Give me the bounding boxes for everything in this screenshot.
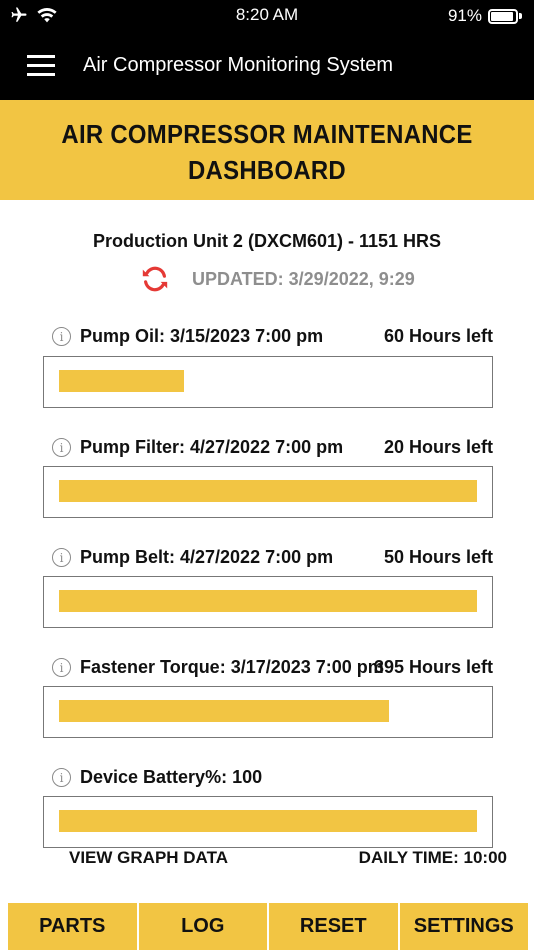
bottom-nav: PARTS LOG RESET SETTINGS — [8, 903, 528, 950]
progress-fill — [59, 590, 477, 612]
daily-time: DAILY TIME: 10:00 — [358, 848, 507, 867]
hamburger-menu-icon[interactable] — [27, 55, 55, 77]
progress-bar — [43, 576, 493, 628]
hours-left: 20 Hours left — [383, 437, 493, 457]
dashboard-banner: AIR COMPRESSOR MAINTENANCE DASHBOARD — [0, 100, 534, 200]
maintenance-item-label: Pump Belt: 4/27/2022 7:00 pm — [80, 547, 334, 567]
battery-cap — [519, 13, 522, 19]
progress-bar — [43, 796, 493, 848]
progress-fill — [59, 700, 389, 722]
app-bar: Air Compressor Monitoring System — [0, 32, 534, 100]
info-icon[interactable]: i — [52, 658, 71, 677]
progress-bar — [43, 686, 493, 738]
maintenance-item-label: Device Battery%: 100 — [80, 767, 263, 787]
hours-left: 50 Hours left — [383, 547, 493, 567]
battery-icon — [488, 8, 518, 24]
battery-percent: 91% — [447, 6, 482, 25]
hours-left: 395 Hours left — [373, 657, 493, 677]
settings-button[interactable]: SETTINGS — [399, 903, 528, 950]
progress-fill — [59, 480, 477, 502]
hours-left: 60 Hours left — [383, 326, 493, 346]
progress-bar — [43, 356, 493, 408]
maintenance-item-label-row: i Pump Oil: 3/15/2023 7:00 pm — [52, 326, 323, 347]
app-title: Air Compressor Monitoring System — [83, 54, 394, 76]
log-button[interactable]: LOG — [138, 903, 267, 950]
updated-row: UPDATED: 3/29/2022, 9:29 — [140, 264, 415, 294]
progress-bar — [43, 466, 493, 518]
refresh-icon[interactable] — [140, 264, 170, 294]
maintenance-item-label-row: i Pump Belt: 4/27/2022 7:00 pm — [52, 547, 333, 568]
status-icons-right: 91% — [448, 6, 522, 26]
maintenance-item-label-row: i Pump Filter: 4/27/2022 7:00 pm — [52, 437, 343, 458]
parts-button[interactable]: PARTS — [8, 903, 137, 950]
unit-name: Production Unit 2 (DXCM601) - 1151 HRS — [92, 231, 442, 251]
maintenance-item-label: Pump Filter: 4/27/2022 7:00 pm — [80, 437, 344, 457]
maintenance-item-label: Pump Oil: 3/15/2023 7:00 pm — [80, 326, 324, 346]
progress-fill — [59, 370, 184, 392]
info-icon[interactable]: i — [52, 768, 71, 787]
dashboard-title: AIR COMPRESSOR MAINTENANCE DASHBOARD — [61, 119, 473, 185]
view-graph-data-link[interactable]: VIEW GRAPH DATA — [69, 848, 228, 868]
maintenance-item-label-row: i Fastener Torque: 3/17/2023 7:00 pm — [52, 657, 384, 678]
updated-timestamp: UPDATED: 3/29/2022, 9:29 — [192, 268, 415, 289]
battery-level — [491, 11, 513, 21]
reset-button[interactable]: RESET — [269, 903, 398, 950]
info-icon[interactable]: i — [52, 327, 71, 346]
maintenance-item-label-row: i Device Battery%: 100 — [52, 767, 262, 788]
maintenance-item-label: Fastener Torque: 3/17/2023 7:00 pm — [80, 657, 384, 677]
progress-fill — [59, 810, 477, 832]
info-icon[interactable]: i — [52, 438, 71, 457]
status-bar: 8:20 AM 91% — [0, 0, 534, 32]
info-icon[interactable]: i — [52, 548, 71, 567]
